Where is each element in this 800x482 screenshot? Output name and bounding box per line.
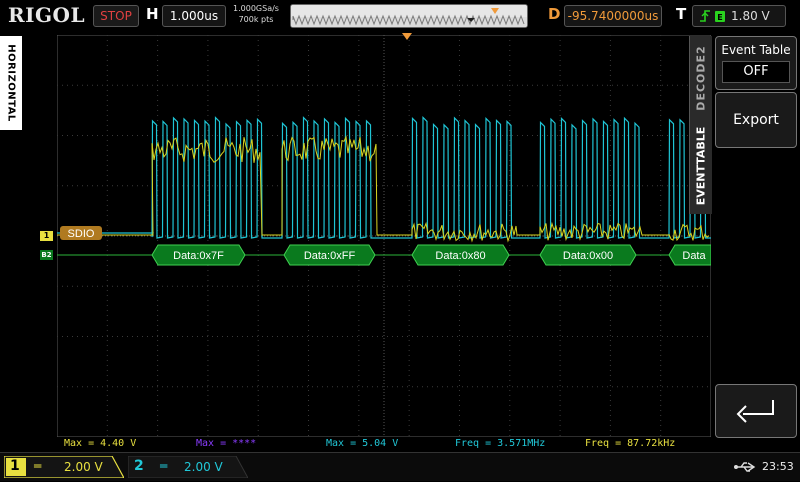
- bus-packet-label: Data:0x7F: [173, 250, 224, 262]
- usb-icon: [734, 462, 756, 472]
- sample-info: 1.000GSa/s 700k pts: [228, 3, 284, 25]
- return-arrow-icon: [736, 400, 774, 423]
- trigger-level: 1.80 V: [731, 9, 770, 23]
- memory-overview-wave: [291, 5, 527, 27]
- bus-label: SDIO: [68, 228, 95, 240]
- ch2-number: 2: [134, 458, 144, 474]
- rising-edge-icon: E: [700, 10, 725, 22]
- clock: 23:53: [762, 460, 794, 473]
- bus-packet-label: Data:0x80: [435, 250, 485, 262]
- horizontal-label: H: [146, 5, 159, 23]
- bottom-status-bar: 1 ═ 2.00 V 2 ═ 2.00 V 23:53: [0, 452, 800, 481]
- export-button[interactable]: Export: [715, 92, 797, 148]
- bus-packet-label: Data:0xFF: [304, 250, 356, 262]
- ch1-number: 1: [10, 458, 20, 474]
- delay-label: D: [548, 5, 561, 23]
- trigger-position-marker: [402, 33, 412, 40]
- ch2-scale: 2.00 V: [184, 460, 223, 474]
- measurement-2: Max = ****: [196, 438, 257, 449]
- ch1-settings[interactable]: 1 ═ 2.00 V: [3, 455, 126, 479]
- measurement-1: Max = 4.40 V: [64, 438, 137, 449]
- measurement-bar: Max = 4.40 V Max = **** Max = 5.04 V Fre…: [0, 437, 712, 451]
- ch1-coupling-icon: ═: [34, 459, 42, 473]
- trigger-box[interactable]: E 1.80 V: [692, 5, 786, 27]
- event-table-label: Event Table: [721, 43, 791, 57]
- decode-menu-tab[interactable]: DECODE2 EVENTTABLE: [689, 36, 712, 214]
- event-table-heading: EVENTTABLE: [694, 126, 708, 206]
- horizontal-menu-tab[interactable]: HORIZONTAL: [0, 36, 22, 130]
- top-status-bar: RIGOL STOP H 1.000us 1.000GSa/s 700k pts…: [0, 0, 800, 32]
- ch1-scale: 2.00 V: [64, 460, 103, 474]
- ch2-coupling-icon: ═: [160, 459, 168, 473]
- timebase-value[interactable]: 1.000us: [162, 5, 226, 27]
- bus-packet-label: Data:0x00: [563, 250, 613, 262]
- decode-menu-title: DECODE2: [694, 45, 708, 111]
- measurement-4: Freq = 3.571MHz: [455, 438, 546, 449]
- event-table-value: OFF: [722, 61, 790, 83]
- trigger-label: T: [676, 5, 687, 23]
- horizontal-tab-label: HORIZONTAL: [5, 44, 17, 122]
- back-button[interactable]: [715, 384, 797, 438]
- bus2-marker[interactable]: B2: [40, 250, 53, 260]
- svg-text:E: E: [717, 13, 722, 22]
- brand-logo: RIGOL: [8, 3, 86, 27]
- delay-value[interactable]: -95.7400000us: [564, 5, 662, 27]
- event-table-button[interactable]: Event Table OFF: [715, 36, 797, 90]
- run-stop-status[interactable]: STOP: [93, 5, 139, 27]
- waveform-display[interactable]: SDIO Data:0x7F Data:0xFF Data:0x80 Data:0x00…: [56, 34, 712, 438]
- ch1-ground-marker[interactable]: 1: [40, 231, 53, 241]
- memory-depth: 700k pts: [238, 15, 274, 24]
- export-label: Export: [733, 112, 779, 128]
- memory-overview[interactable]: [290, 4, 528, 28]
- waveform-canvas: SDIO Data:0x7F Data:0xFF Data:0x80 Data:0x00…: [56, 34, 712, 438]
- bus-packet-label: Data: [682, 250, 706, 262]
- sample-rate: 1.000GSa/s: [233, 4, 279, 13]
- measurement-5: Freq = 87.72kHz: [585, 438, 676, 449]
- measurement-3: Max = 5.04 V: [326, 438, 399, 449]
- ch2-settings[interactable]: 2 ═ 2.00 V: [127, 455, 249, 479]
